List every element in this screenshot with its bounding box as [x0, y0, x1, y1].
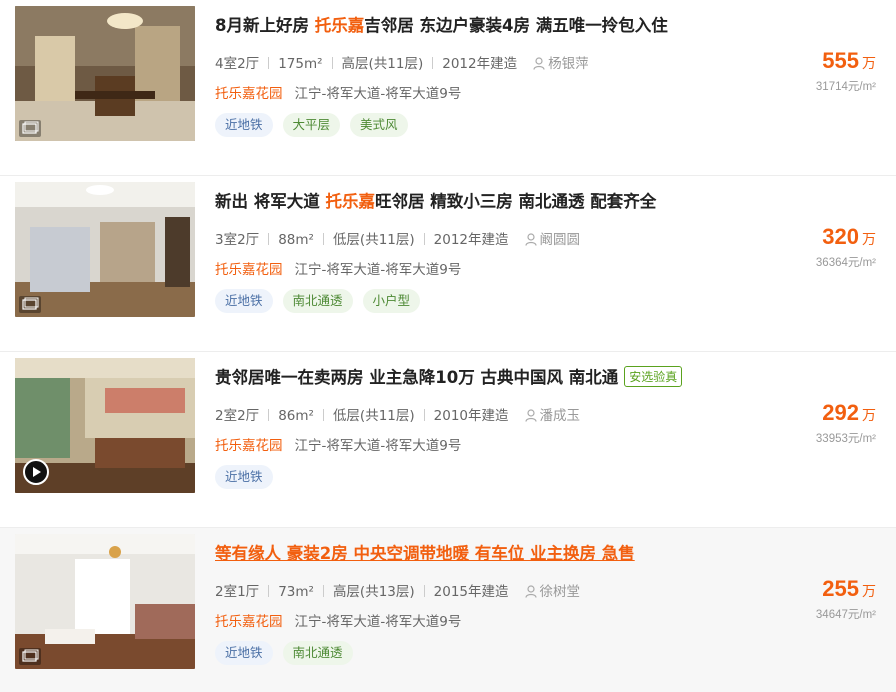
unit-price: 34647元/m²	[815, 609, 876, 621]
house-attributes: 2室1厅 73m² 高层(共13层) 2015年建造 徐树堂	[215, 580, 580, 600]
location: 托乐嘉花园 江宁-将军大道-将军大道9号	[215, 434, 461, 454]
house-attributes: 4室2厅 175m² 高层(共11层) 2012年建造 杨银萍	[215, 52, 589, 72]
listing-item[interactable]: 等有缘人 豪装2房 中央空调带地暖 有车位 业主换房 急售 2室1厅 73m² 高层…	[0, 528, 896, 692]
photo-icon	[19, 648, 41, 665]
price-unit: 万	[862, 56, 876, 72]
listing-photo[interactable]	[15, 6, 195, 141]
listing-list: 8月新上好房 托乐嘉吉邻居 东边户豪装4房 满五唯一拎包入住 4室2厅 175m²…	[0, 0, 896, 692]
tag: 小户型	[362, 289, 421, 313]
listing-title[interactable]: 贵邻居唯一在卖两房 业主急降10万 古典中国风 南北通 安选验真	[215, 364, 683, 388]
total-price: 555	[822, 48, 859, 73]
community-link[interactable]: 托乐嘉花园	[215, 86, 283, 102]
floor: 高层(共11层)	[341, 56, 424, 72]
price-block: 320 万 36364元/m²	[816, 224, 876, 270]
tag: 近地铁	[215, 465, 273, 489]
tag: 南北通透	[282, 289, 353, 313]
price-unit: 万	[862, 408, 876, 424]
agent[interactable]: 阚圆圆	[524, 232, 580, 248]
tag-list: 近地铁 南北通透	[215, 641, 363, 665]
price-block: 292 万 33953元/m²	[816, 400, 876, 446]
community-link[interactable]: 托乐嘉花园	[215, 614, 283, 630]
location: 托乐嘉花园 江宁-将军大道-将军大道9号	[215, 610, 461, 630]
address[interactable]: 江宁-将军大道-将军大道9号	[295, 614, 462, 630]
tag-list: 近地铁 南北通透 小户型	[215, 289, 430, 313]
tag: 美式风	[350, 113, 408, 137]
price-block: 555 万 31714元/m²	[816, 48, 876, 94]
location: 托乐嘉花园 江宁-将军大道-将军大道9号	[215, 82, 461, 102]
video-play-icon[interactable]	[23, 459, 49, 485]
listing-title[interactable]: 新出 将军大道 托乐嘉旺邻居 精致小三房 南北通透 配套齐全	[215, 188, 656, 212]
listing-item[interactable]: 新出 将军大道 托乐嘉旺邻居 精致小三房 南北通透 配套齐全 3室2厅 88m² 低…	[0, 176, 896, 352]
total-price: 292	[822, 400, 859, 425]
community-link[interactable]: 托乐嘉花园	[215, 262, 283, 278]
area: 86m²	[278, 408, 314, 424]
area: 88m²	[278, 232, 314, 248]
house-attributes: 3室2厅 88m² 低层(共11层) 2012年建造 阚圆圆	[215, 228, 580, 248]
location: 托乐嘉花园 江宁-将军大道-将军大道9号	[215, 258, 461, 278]
price-unit: 万	[862, 232, 876, 248]
floor: 高层(共13层)	[332, 584, 415, 600]
address[interactable]: 江宁-将军大道-将军大道9号	[295, 438, 462, 454]
unit-price: 31714元/m²	[815, 81, 876, 93]
listing-photo[interactable]	[15, 534, 195, 669]
layout: 4室2厅	[215, 56, 260, 72]
photo-icon	[19, 296, 41, 313]
tag: 大平层	[282, 113, 341, 137]
community-link[interactable]: 托乐嘉花园	[215, 438, 283, 454]
listing-photo[interactable]	[15, 182, 195, 317]
tag: 近地铁	[215, 641, 273, 665]
address[interactable]: 江宁-将军大道-将军大道9号	[295, 262, 462, 278]
total-price: 255	[822, 576, 859, 601]
tag: 近地铁	[215, 289, 273, 313]
title-keyword-highlight: 托乐嘉	[314, 16, 365, 35]
total-price: 320	[822, 224, 859, 249]
layout: 2室1厅	[215, 584, 260, 600]
layout: 2室2厅	[215, 408, 260, 424]
tag-list: 近地铁	[215, 465, 283, 489]
user-icon	[524, 233, 537, 246]
photo-icon	[19, 120, 41, 137]
listing-item[interactable]: 8月新上好房 托乐嘉吉邻居 东边户豪装4房 满五唯一拎包入住 4室2厅 175m²…	[0, 0, 896, 176]
floor: 低层(共11层)	[332, 232, 415, 248]
layout: 3室2厅	[215, 232, 260, 248]
floor: 低层(共11层)	[332, 408, 415, 424]
listing-item[interactable]: 贵邻居唯一在卖两房 业主急降10万 古典中国风 南北通 安选验真 2室2厅 86m²…	[0, 352, 896, 528]
price-unit: 万	[862, 584, 876, 600]
tag-list: 近地铁 大平层 美式风	[215, 113, 418, 137]
user-icon	[524, 585, 537, 598]
address[interactable]: 江宁-将军大道-将军大道9号	[295, 86, 462, 102]
house-attributes: 2室2厅 86m² 低层(共11层) 2010年建造 潘成玉	[215, 404, 580, 424]
listing-photo[interactable]	[15, 358, 195, 493]
user-icon	[533, 57, 545, 70]
agent[interactable]: 潘成玉	[524, 408, 580, 424]
tag: 近地铁	[215, 113, 273, 137]
price-block: 255 万 34647元/m²	[816, 576, 876, 622]
tag: 南北通透	[282, 641, 353, 665]
listing-title[interactable]: 8月新上好房 托乐嘉吉邻居 东边户豪装4房 满五唯一拎包入住	[215, 12, 668, 36]
title-keyword-highlight: 托乐嘉	[325, 192, 376, 211]
unit-price: 33953元/m²	[815, 433, 876, 445]
listing-title[interactable]: 等有缘人 豪装2房 中央空调带地暖 有车位 业主换房 急售	[215, 540, 635, 564]
area: 175m²	[278, 56, 323, 72]
build-year: 2010年建造	[433, 408, 509, 424]
user-icon	[524, 409, 537, 422]
unit-price: 36364元/m²	[815, 257, 876, 269]
build-year: 2012年建造	[433, 232, 509, 248]
area: 73m²	[278, 584, 314, 600]
agent[interactable]: 徐树堂	[524, 584, 580, 600]
build-year: 2015年建造	[433, 584, 509, 600]
agent[interactable]: 杨银萍	[533, 56, 589, 72]
build-year: 2012年建造	[442, 56, 518, 72]
verified-badge: 安选验真	[624, 366, 683, 387]
